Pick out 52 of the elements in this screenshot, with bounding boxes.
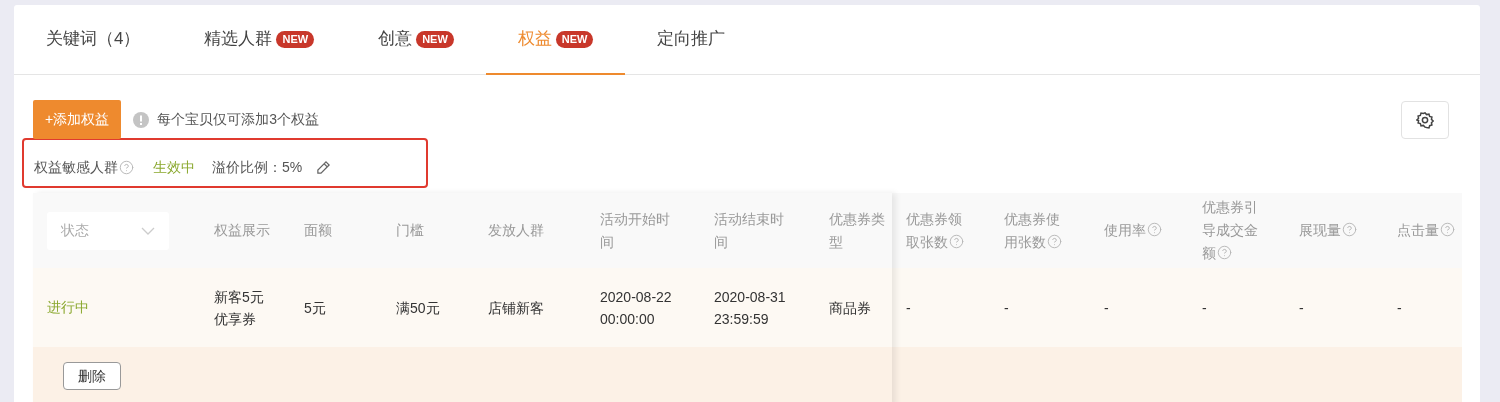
premium-ratio-text: 溢价比例：5%: [212, 157, 303, 177]
table-cell-text: 5元: [304, 298, 327, 318]
help-icon[interactable]: [119, 159, 134, 175]
info-icon: [133, 111, 150, 128]
table-cell-text: 满50元: [396, 298, 441, 318]
column-header: 活动结束时间: [714, 209, 785, 252]
tab[interactable]: 创意 NEW: [346, 5, 486, 75]
table-cell-text: 商品券: [829, 298, 872, 318]
table-cell-text: 2020-08-31 23:59:59: [714, 287, 787, 329]
status-text: 进行中: [47, 298, 89, 317]
delete-button[interactable]: 删除: [63, 362, 121, 390]
help-icon[interactable]: [949, 233, 964, 249]
help-icon[interactable]: [1147, 222, 1162, 237]
column-header: 点击量: [1397, 219, 1459, 242]
table-cell-text: -: [1104, 298, 1110, 318]
help-icon[interactable]: [1440, 222, 1455, 237]
table-cell-text: 店铺新客: [488, 298, 545, 318]
help-icon[interactable]: [1342, 222, 1357, 237]
tab[interactable]: 精选人群 NEW: [172, 5, 347, 75]
tab[interactable]: 定向推广: [625, 5, 758, 75]
column-header: 发放人群: [488, 221, 545, 240]
new-badge: NEW: [555, 30, 594, 48]
new-badge: NEW: [276, 30, 315, 48]
new-badge: NEW: [416, 30, 454, 48]
sensitive-audience-label: 权益敏感人群: [34, 157, 118, 177]
table-cell-text: -: [1299, 298, 1305, 318]
column-header: 优惠券类型: [829, 209, 886, 252]
column-header: 面额: [304, 221, 333, 240]
table-cell-text: -: [1397, 298, 1403, 318]
help-icon[interactable]: [1217, 245, 1232, 260]
column-header: 门槛: [396, 221, 425, 240]
column-header: 活动开始时间: [600, 209, 671, 252]
table-cell-text: 2020-08-22 00:00:00: [600, 287, 673, 329]
settings-icon: [1416, 110, 1434, 129]
hint-text: 每个宝贝仅可添加3个权益: [157, 110, 319, 129]
column-header: 展现量: [1299, 219, 1379, 242]
table-cell-text: -: [1004, 298, 1010, 318]
status-text: 生效中: [153, 157, 195, 177]
column-header: 使用率: [1104, 219, 1184, 242]
table-cell-text: -: [906, 298, 912, 318]
chevron-down-icon: [141, 226, 155, 235]
column-header: 优惠券领取张数: [906, 209, 965, 252]
tab[interactable]: 权益 NEW: [485, 5, 626, 75]
edit-icon[interactable]: [316, 159, 332, 175]
settings-button[interactable]: [1401, 100, 1449, 139]
table-cell-text: -: [1202, 298, 1208, 318]
column-header: 优惠券引导成交金额: [1202, 198, 1259, 263]
column-header: 权益展示: [214, 221, 271, 240]
help-icon[interactable]: [1047, 233, 1062, 249]
tab[interactable]: 关键词（4）: [14, 5, 173, 75]
column-header: 优惠券使用张数: [1004, 209, 1063, 252]
table-cell-text: 新客5元优享券: [214, 287, 265, 329]
